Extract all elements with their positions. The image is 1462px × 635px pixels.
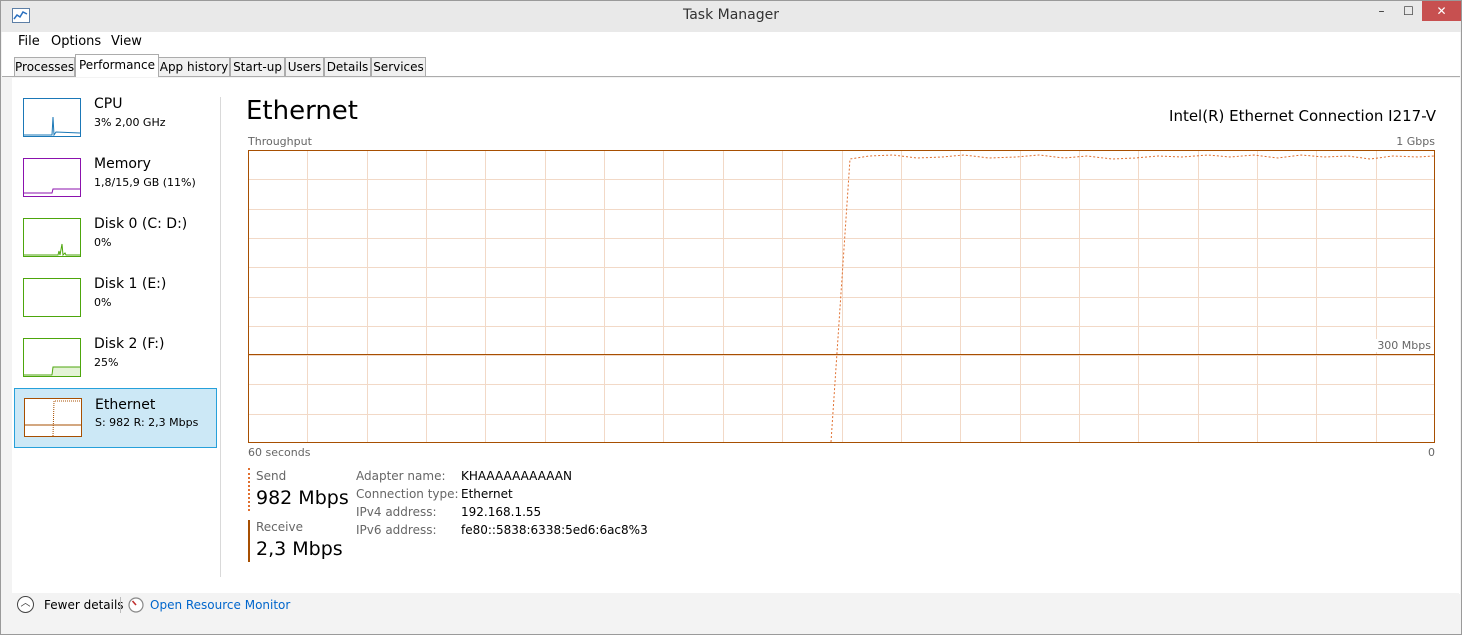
window-title: Task Manager — [682, 7, 780, 23]
send-legend-marker — [248, 468, 250, 511]
prop-value-adapter-name: KHAAAAAAAAAAN — [461, 469, 572, 483]
chevron-up-icon[interactable]: ︿ — [17, 596, 34, 613]
sidebar-item-value: 0% — [94, 296, 112, 309]
cpu-thumbnail-graph — [23, 98, 81, 137]
sidebar-item-label: Memory — [94, 156, 151, 172]
memory-thumbnail-graph — [23, 158, 81, 197]
receive-label: Receive — [256, 520, 303, 534]
ethernet-thumbnail-graph — [24, 398, 82, 437]
page-title: Ethernet — [246, 96, 358, 126]
tab-app-history[interactable]: App history — [158, 57, 230, 76]
menu-bar: File Options View — [2, 32, 1460, 52]
sidebar-item-memory[interactable]: Memory 1,8/15,9 GB (11%) — [14, 149, 217, 207]
disk-0-thumbnail-graph — [23, 218, 81, 257]
tab-services[interactable]: Services — [371, 57, 426, 76]
sidebar-item-cpu[interactable]: CPU 3% 2,00 GHz — [14, 89, 217, 147]
prop-value-ipv6: fe80::5838:6338:5ed6:6ac8%3 — [461, 523, 648, 537]
resource-monitor-icon[interactable] — [128, 597, 144, 613]
graph-label: Throughput — [248, 135, 312, 148]
tab-processes[interactable]: Processes — [14, 57, 75, 76]
sidebar-item-value: S: 982 R: 2,3 Mbps — [95, 416, 199, 429]
graph-time-label: 60 seconds — [248, 446, 311, 459]
disk-2-thumbnail-graph — [23, 338, 81, 377]
sidebar-divider — [220, 97, 221, 577]
sidebar-item-label: Ethernet — [95, 397, 156, 413]
prop-key-ipv6: IPv6 address: — [356, 523, 437, 537]
sidebar-item-ethernet[interactable]: Ethernet S: 982 R: 2,3 Mbps — [14, 388, 217, 448]
sidebar-item-label: Disk 2 (F:) — [94, 336, 165, 352]
title-bar[interactable]: Task Manager – ☐ ✕ — [1, 1, 1461, 32]
throughput-graph — [248, 150, 1435, 443]
minimize-button[interactable]: – — [1368, 1, 1395, 21]
menu-options[interactable]: Options — [51, 34, 101, 49]
sidebar-item-label: Disk 0 (C: D:) — [94, 216, 188, 232]
sidebar-item-value: 25% — [94, 356, 119, 369]
graph-max-label: 1 Gbps — [1396, 135, 1435, 148]
prop-value-connection-type: Ethernet — [461, 487, 513, 501]
sidebar-item-value: 1,8/15,9 GB (11%) — [94, 176, 196, 189]
fewer-details-button[interactable]: Fewer details — [44, 598, 124, 612]
sidebar-item-label: Disk 1 (E:) — [94, 276, 167, 292]
prop-key-connection-type: Connection type: — [356, 487, 459, 501]
sidebar-item-value: 0% — [94, 236, 112, 249]
sidebar-item-disk-1[interactable]: Disk 1 (E:) 0% — [14, 269, 217, 327]
tab-bar: Processes Performance App history Start-… — [2, 52, 1460, 77]
sidebar-item-disk-2[interactable]: Disk 2 (F:) 25% — [14, 329, 217, 387]
send-label: Send — [256, 469, 287, 483]
tab-start-up[interactable]: Start-up — [230, 57, 285, 76]
tab-performance[interactable]: Performance — [75, 54, 159, 77]
open-resource-monitor-link[interactable]: Open Resource Monitor — [150, 598, 290, 612]
disk-1-thumbnail-graph — [23, 278, 81, 317]
throughput-graph-svg — [248, 150, 1435, 443]
graph-mid-label: 300 Mbps — [1373, 339, 1431, 352]
footer-divider — [120, 597, 121, 613]
receive-legend-marker — [248, 520, 250, 562]
prop-value-ipv4: 192.168.1.55 — [461, 505, 542, 519]
prop-key-ipv4: IPv4 address: — [356, 505, 437, 519]
receive-value: 2,3 Mbps — [256, 538, 343, 560]
close-button[interactable]: ✕ — [1422, 1, 1461, 21]
send-value: 982 Mbps — [256, 487, 349, 509]
sidebar-item-value: 3% 2,00 GHz — [94, 116, 166, 129]
menu-file[interactable]: File — [18, 34, 40, 49]
tab-users[interactable]: Users — [285, 57, 324, 76]
sidebar-item-label: CPU — [94, 96, 123, 112]
adapter-description: Intel(R) Ethernet Connection I217-V — [1169, 107, 1436, 125]
prop-key-adapter-name: Adapter name: — [356, 469, 446, 483]
maximize-button[interactable]: ☐ — [1395, 1, 1422, 21]
graph-zero-label: 0 — [1428, 446, 1435, 459]
menu-view[interactable]: View — [111, 34, 142, 49]
sidebar-item-disk-0[interactable]: Disk 0 (C: D:) 0% — [14, 209, 217, 267]
tab-details[interactable]: Details — [324, 57, 371, 76]
